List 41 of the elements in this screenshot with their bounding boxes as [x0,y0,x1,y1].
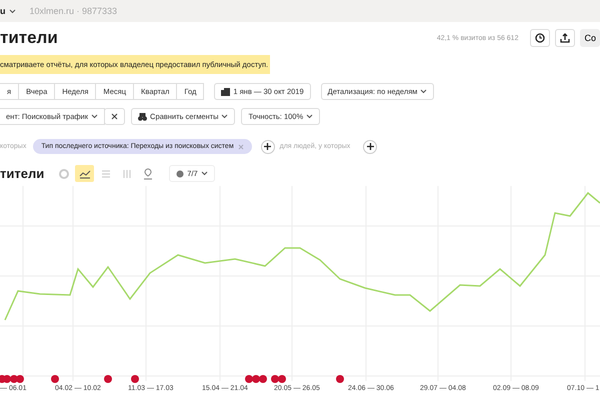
chat-icon [176,170,184,178]
plus-icon [366,143,374,150]
chevron-icon [200,171,208,176]
page-title: тители [0,28,59,48]
comment-marker-icon[interactable] [3,375,11,383]
line-view-button[interactable] [75,165,94,182]
site-name[interactable]: u [0,6,16,16]
comment-marker-icon[interactable] [259,375,267,383]
comment-marker-icon[interactable] [245,375,253,383]
comment-marker-icon[interactable] [51,375,59,383]
upload-icon [560,33,570,43]
line-chart-icon [78,168,91,180]
comment-marker-icon[interactable] [278,375,286,383]
plus-icon [264,143,272,150]
comment-marker-icon[interactable] [16,375,24,383]
comment-marker-icon[interactable] [271,375,279,383]
map-pin-icon [142,168,154,180]
clock-icon [535,33,546,43]
chevron-icon [91,114,98,119]
comment-marker-icon[interactable] [131,375,139,383]
chevron-icon [8,8,16,14]
bar-chart-icon [120,168,133,180]
action-button[interactable]: Со [580,29,600,47]
chevron-icon [306,114,314,119]
list-icon [100,168,112,180]
binoculars-icon [138,112,148,120]
chevron-icon [221,114,228,119]
comment-marker-icon[interactable] [104,375,112,383]
chart-title: тители [0,166,44,181]
history-button[interactable] [530,29,550,47]
comment-marker-icon[interactable] [336,375,344,383]
calendar-icon [221,88,230,96]
add-filter-button[interactable] [260,140,275,154]
export-button[interactable] [555,29,576,47]
comment-marker-icon[interactable] [252,375,260,383]
clear-segment-button[interactable] [104,108,126,125]
chevron-icon [420,89,428,94]
pie-chart-icon [58,168,70,180]
counter-label: 10xlmen.ru · 9877333 [30,6,118,16]
close-icon [111,113,118,120]
add-people-filter-button[interactable] [363,140,378,154]
